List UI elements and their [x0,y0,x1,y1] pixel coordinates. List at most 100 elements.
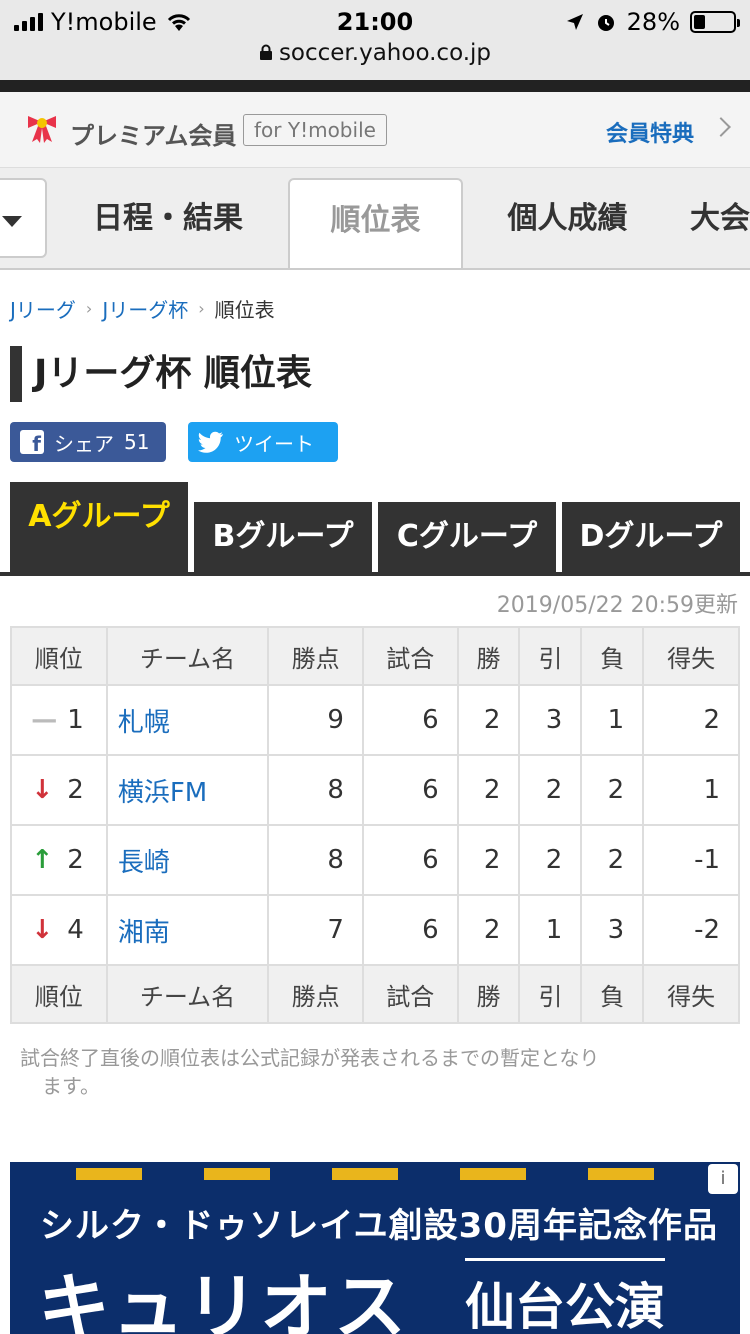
trend-down-icon: ↓ [31,915,54,945]
breadcrumb: Jリーグ › Jリーグ杯 › 順位表 [10,294,275,323]
standings-note: 試合終了直後の順位表は公式記録が発表されるまでの暫定となり ます。 [20,1044,730,1100]
goal-diff-cell: -2 [642,894,740,966]
rank-value: 2 [67,775,84,805]
col-footer-team: チーム名 [105,964,270,1024]
tab-group-a[interactable]: Aグループ [10,482,188,572]
draw-cell: 2 [518,754,583,826]
group-tabs-underline [0,572,750,576]
tab-group-d[interactable]: Dグループ [562,502,740,572]
breadcrumb-current: 順位表 [214,298,275,322]
goal-diff-cell: 1 [642,754,740,826]
tab-tournament[interactable]: 大会 [674,178,750,268]
chevron-right-icon [711,117,731,137]
col-header-draw[interactable]: 引 [518,626,583,686]
col-header-played[interactable]: 試合 [361,626,459,686]
rank-cell: ↓ 4 [10,894,108,966]
points-cell: 7 [267,894,364,966]
played-cell: 6 [361,684,459,756]
rank-value: 1 [67,705,84,735]
team-link[interactable]: 札幌 [105,684,270,756]
ribbon-icon [28,116,56,143]
rank-value: 2 [67,845,84,875]
col-footer-draw: 引 [518,964,583,1024]
win-cell: 2 [456,684,521,756]
col-footer-points: 勝点 [267,964,364,1024]
trend-up-icon: ↑ [31,845,54,875]
battery-icon [690,11,740,33]
win-cell: 2 [456,824,521,896]
member-perks-link[interactable]: 会員特典 [606,116,694,148]
col-footer-rank: 順位 [10,964,108,1024]
table-footer-row: 順位 チーム名 勝点 試合 勝 引 負 得失 [10,964,740,1024]
table-body: —1 札幌 9 6 2 3 1 2 ↓ 2 横浜FM 8 6 2 2 2 1 ↑ 2 長崎 8 6 2 2 2 -1 ↓ 4 湘南 7 6 2… [10,684,740,966]
col-header-win[interactable]: 勝 [456,626,521,686]
win-cell: 2 [456,894,521,966]
trend-down-icon: ↓ [31,775,54,805]
ad-banner[interactable]: シルク・ドゥソレイユ創設30周年記念作品 キュリオス 仙台公演 i [10,1162,740,1334]
updated-timestamp: 2019/05/22 20:59更新 [496,593,738,618]
rank-cell: ↑ 2 [10,824,108,896]
tab-schedule-results[interactable]: 日程・結果 [70,178,266,268]
rank-cell: —1 [10,684,108,756]
location-arrow-icon [566,14,583,30]
alarm-icon [597,15,614,31]
battery-level [694,15,705,29]
ad-headline: シルク・ドゥソレイユ創設30周年記念作品 [40,1206,718,1246]
tweet-button[interactable]: ツイート [188,422,338,462]
col-header-rank[interactable]: 順位 [10,626,108,686]
team-link[interactable]: 横浜FM [105,754,270,826]
caret-down-icon [2,216,22,227]
standings-table: 順位 チーム名 勝点 試合 勝 引 負 得失 —1 札幌 9 6 2 3 1 2 ↓ 2 横浜FM 8… [10,626,740,1024]
team-link[interactable]: 長崎 [105,824,270,896]
premium-bar[interactable]: プレミアム会員 for Y!mobile 会員特典 [0,92,750,168]
table-header-row: 順位 チーム名 勝点 試合 勝 引 負 得失 [10,626,740,686]
facebook-icon: f [20,430,44,456]
status-bar: Y!mobile 21:00 28% soccer.yahoo.co.jp [0,0,750,80]
team-link[interactable]: 湘南 [105,894,270,966]
url-bar[interactable]: soccer.yahoo.co.jp [0,40,750,66]
note-line-2: ます。 [42,1074,100,1098]
goal-diff-cell: -1 [642,824,740,896]
premium-label: プレミアム会員 [70,122,237,150]
for-ymobile-badge: for Y!mobile [243,114,387,146]
breadcrumb-jleague[interactable]: Jリーグ [10,294,76,323]
facebook-share-count: 51 [124,430,150,454]
tab-group-c[interactable]: Cグループ [378,502,556,572]
played-cell: 6 [361,824,459,896]
col-header-points[interactable]: 勝点 [267,626,364,686]
col-footer-loss: 負 [580,964,645,1024]
points-cell: 9 [267,684,364,756]
nav-menu-button[interactable] [0,178,47,258]
rank-cell: ↓ 2 [10,754,108,826]
status-right: 28% [565,8,740,36]
points-cell: 8 [267,754,364,826]
col-header-team[interactable]: チーム名 [105,626,270,686]
tab-standings[interactable]: 順位表 [288,178,463,268]
table-row: ↓ 4 湘南 7 6 2 1 3 -2 [10,894,740,966]
col-header-goal-diff[interactable]: 得失 [642,626,740,686]
chevron-right-icon: › [198,299,205,318]
tab-player-stats[interactable]: 個人成績 [480,178,655,268]
col-footer-goal-diff: 得失 [642,964,740,1024]
ad-stripes [76,1168,654,1180]
browser-divider [0,80,750,92]
url-text: soccer.yahoo.co.jp [278,40,492,66]
facebook-share-button[interactable]: f シェア 51 [10,422,166,462]
tab-group-b[interactable]: Bグループ [194,502,372,572]
lock-icon [259,44,272,60]
ad-info-icon[interactable]: i [708,1164,738,1194]
played-cell: 6 [361,754,459,826]
table-row: ↓ 2 横浜FM 8 6 2 2 2 1 [10,754,740,826]
loss-cell: 3 [580,894,645,966]
col-header-loss[interactable]: 負 [580,626,645,686]
col-footer-played: 試合 [361,964,459,1024]
page-title: Jリーグ杯 順位表 [10,346,312,402]
tweet-label: ツイート [234,431,314,456]
ad-title: キュリオス [38,1265,409,1334]
ad-subtitle: 仙台公演 [465,1258,665,1334]
loss-cell: 2 [580,754,645,826]
win-cell: 2 [456,754,521,826]
breadcrumb-jleague-cup[interactable]: Jリーグ杯 [102,294,188,323]
played-cell: 6 [361,894,459,966]
col-footer-win: 勝 [456,964,521,1024]
